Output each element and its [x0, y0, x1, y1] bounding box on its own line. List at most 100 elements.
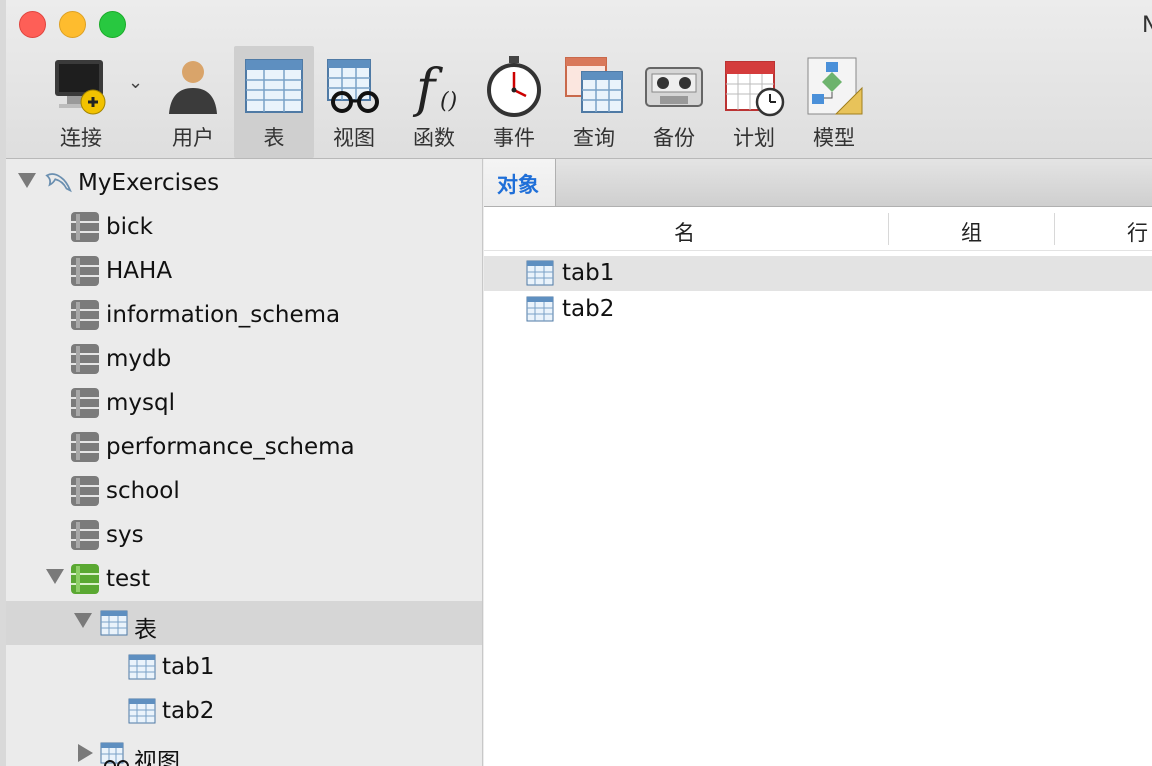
- tree-connection-myexercises[interactable]: MyExercises: [6, 161, 482, 205]
- tree-database[interactable]: sys: [6, 513, 482, 557]
- svg-text:(): (): [440, 89, 457, 114]
- model-button[interactable]: 模型: [796, 46, 872, 158]
- toolbar-label: 模型: [813, 126, 855, 150]
- database-icon: [71, 256, 99, 286]
- event-stopwatch-icon: [487, 56, 541, 117]
- object-row[interactable]: tab1: [484, 256, 1152, 291]
- tree-label: MyExercises: [78, 170, 220, 196]
- collapse-arrow-icon[interactable]: [74, 613, 92, 628]
- tree-label: bick: [106, 214, 153, 240]
- user-button[interactable]: 用户: [156, 46, 230, 158]
- tree-label: 视图: [134, 749, 180, 766]
- object-name: tab2: [562, 296, 615, 322]
- objects-panel: 对象 名 组 行 tab1 tab2: [484, 159, 1152, 766]
- connection-button[interactable]: 连接: [36, 46, 126, 158]
- tree-group-views[interactable]: 视图: [6, 733, 482, 766]
- toolbar-label: 备份: [653, 126, 695, 150]
- tree-database[interactable]: information_schema: [6, 293, 482, 337]
- view-icon: [100, 742, 129, 766]
- table-icon: [100, 610, 128, 636]
- function-button[interactable]: f () 函数: [396, 46, 472, 158]
- window-title: N: [1142, 13, 1152, 38]
- model-diagram-icon: [807, 57, 863, 115]
- table-icon: [128, 654, 156, 680]
- toolbar-label: 表: [263, 126, 285, 150]
- app-window: N 连接 ⌄ 用户 表 视图 f () 函数 事件 查询 备份 计划 模型 My…: [6, 0, 1152, 766]
- tree-label: information_schema: [106, 302, 341, 328]
- toolbar-label: 事件: [493, 126, 535, 150]
- function-icon: f (): [412, 59, 457, 118]
- backup-button[interactable]: 备份: [636, 46, 712, 158]
- database-icon: [71, 476, 99, 506]
- tree-label: HAHA: [106, 258, 173, 284]
- schedule-calendar-icon: [725, 61, 785, 117]
- tree-database[interactable]: HAHA: [6, 249, 482, 293]
- database-open-icon: [71, 564, 99, 594]
- column-header-row: 名 组 行: [484, 207, 1152, 251]
- zoom-window-button[interactable]: [99, 11, 126, 38]
- tab-objects[interactable]: 对象: [484, 159, 556, 206]
- database-icon: [71, 212, 99, 242]
- view-icon: [327, 59, 379, 113]
- tree-label: tab1: [162, 654, 215, 680]
- tree-label: performance_schema: [106, 434, 355, 460]
- column-group[interactable]: 组: [889, 207, 1054, 250]
- object-tree-sidebar: MyExercises bick HAHA information_schema…: [6, 159, 483, 766]
- tree-table-item[interactable]: tab2: [6, 689, 482, 733]
- tree-database-test[interactable]: test: [6, 557, 482, 601]
- database-icon: [71, 432, 99, 462]
- database-icon: [71, 520, 99, 550]
- close-window-button[interactable]: [19, 11, 46, 38]
- tree-database[interactable]: performance_schema: [6, 425, 482, 469]
- tree-database[interactable]: mydb: [6, 337, 482, 381]
- column-rows[interactable]: 行: [1055, 207, 1152, 250]
- schedule-button[interactable]: 计划: [716, 46, 792, 158]
- toolbar-label: 计划: [733, 126, 775, 150]
- column-label: 名: [674, 221, 695, 245]
- tree-label: sys: [106, 522, 144, 548]
- minimize-window-button[interactable]: [59, 11, 86, 38]
- tree-group-tables[interactable]: 表: [6, 601, 482, 645]
- backup-cassette-icon: [645, 67, 703, 107]
- tree-label: test: [106, 566, 151, 592]
- collapse-arrow-icon[interactable]: [18, 173, 36, 188]
- object-row[interactable]: tab2: [484, 292, 1152, 327]
- database-icon: [71, 300, 99, 330]
- tree-database[interactable]: bick: [6, 205, 482, 249]
- column-label: 行: [1127, 221, 1148, 245]
- table-button[interactable]: 表: [234, 46, 314, 158]
- tree-table-item[interactable]: tab1: [6, 645, 482, 689]
- object-name: tab1: [562, 260, 615, 286]
- tree-label: tab2: [162, 698, 215, 724]
- tree-label: mysql: [106, 390, 175, 416]
- view-button[interactable]: 视图: [316, 46, 392, 158]
- collapse-arrow-icon[interactable]: [46, 569, 64, 584]
- column-name[interactable]: 名: [484, 207, 888, 250]
- table-icon: [128, 698, 156, 724]
- event-button[interactable]: 事件: [476, 46, 552, 158]
- table-icon: [526, 296, 554, 322]
- tree-label: mydb: [106, 346, 172, 372]
- toolbar-label: 视图: [333, 126, 375, 150]
- chevron-down-icon[interactable]: ⌄: [128, 72, 143, 93]
- tree-database[interactable]: mysql: [6, 381, 482, 425]
- database-icon: [71, 344, 99, 374]
- toolbar-label: 用户: [172, 126, 214, 150]
- database-icon: [71, 388, 99, 418]
- tree-database[interactable]: school: [6, 469, 482, 513]
- expand-arrow-icon[interactable]: [78, 744, 93, 762]
- tab-label: 对象: [497, 173, 539, 197]
- table-icon: [526, 260, 554, 286]
- svg-text:f: f: [412, 59, 443, 118]
- query-button[interactable]: 查询: [556, 46, 632, 158]
- toolbar-label: 查询: [573, 126, 615, 150]
- column-label: 组: [961, 221, 982, 245]
- toolbar-label: 连接: [60, 126, 102, 150]
- query-icon: [565, 57, 623, 113]
- toolbar: N 连接 ⌄ 用户 表 视图 f () 函数 事件 查询 备份 计划 模型: [6, 0, 1152, 159]
- tree-label: school: [106, 478, 180, 504]
- tab-bar: 对象: [484, 159, 1152, 207]
- table-icon: [245, 59, 303, 113]
- user-icon: [169, 61, 217, 114]
- tree-label: 表: [134, 617, 157, 643]
